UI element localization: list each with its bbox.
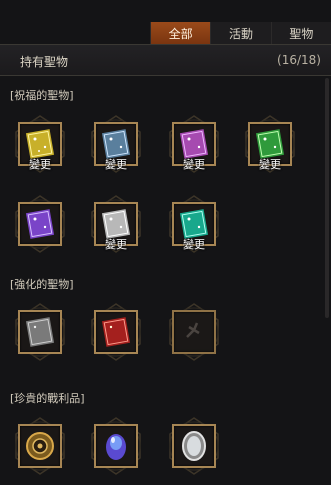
loot-item[interactable] <box>94 424 138 468</box>
loot-item[interactable] <box>172 424 216 468</box>
silver-mirror-icon <box>182 431 206 461</box>
section-blessed-relics: [祝福的聖物] <box>10 89 74 102</box>
enhanced-relic-slot[interactable] <box>4 300 68 364</box>
change-label[interactable]: 變更 <box>240 156 300 172</box>
tab-relic[interactable]: 聖物 <box>270 22 331 44</box>
relic-slot[interactable]: 變更 <box>234 112 298 176</box>
relic-item[interactable] <box>94 310 138 354</box>
filter-tabs: 全部 活動 聖物 <box>150 22 331 44</box>
relic-slot[interactable]: 變更 <box>80 112 144 176</box>
violet-relic-book-icon <box>25 209 55 239</box>
broken-cross-relic-icon <box>186 322 200 338</box>
relic-item[interactable] <box>18 202 62 246</box>
blue-crystal-egg-icon <box>106 434 126 460</box>
red-relic-book-icon <box>101 317 131 347</box>
owned-relics-header: 持有聖物 (16/18) <box>0 44 331 76</box>
gray-relic-book-icon <box>25 317 55 347</box>
scrollbar[interactable] <box>325 78 329 318</box>
change-label[interactable]: 變更 <box>164 236 224 252</box>
enhanced-relic-slot[interactable] <box>158 300 222 364</box>
change-label[interactable]: 變更 <box>86 156 146 172</box>
change-label[interactable]: 變更 <box>10 156 70 172</box>
owned-relics-count: (16/18) <box>277 53 321 67</box>
change-label[interactable]: 變更 <box>164 156 224 172</box>
loot-slot[interactable] <box>158 414 222 478</box>
section-precious-loot: [珍貴的戰利品] <box>10 392 85 405</box>
relic-item[interactable] <box>18 310 62 354</box>
loot-slot[interactable] <box>4 414 68 478</box>
loot-slot[interactable] <box>80 414 144 478</box>
relic-slot[interactable] <box>4 192 68 256</box>
relic-slot[interactable]: 變更 <box>4 112 68 176</box>
relic-slot[interactable]: 變更 <box>80 192 144 256</box>
section-enhanced-relics: [強化的聖物] <box>10 278 74 291</box>
enhanced-relic-slot[interactable] <box>80 300 144 364</box>
relic-slot[interactable]: 變更 <box>158 112 222 176</box>
owned-relics-title: 持有聖物 <box>20 55 69 69</box>
tab-all[interactable]: 全部 <box>150 22 211 44</box>
golden-medallion-icon <box>26 432 54 460</box>
relic-item[interactable] <box>172 310 216 354</box>
loot-item[interactable] <box>18 424 62 468</box>
tab-event[interactable]: 活動 <box>210 22 271 44</box>
change-label[interactable]: 變更 <box>86 236 146 252</box>
relic-slot[interactable]: 變更 <box>158 192 222 256</box>
